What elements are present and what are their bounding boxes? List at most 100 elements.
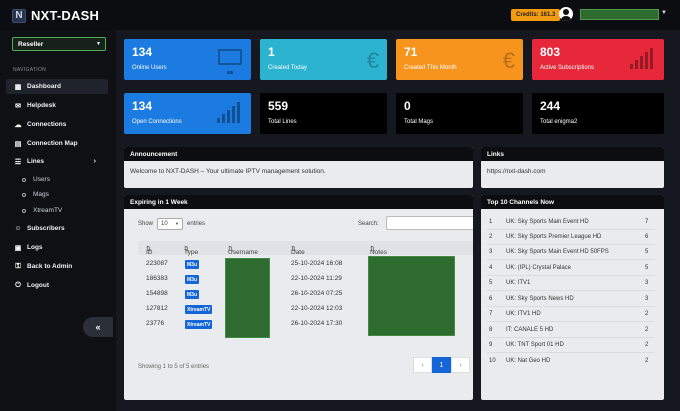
sidebar: Reseller ▼ NAVIGATION ▦ Dashboard ✉ Help… bbox=[0, 30, 116, 411]
sidebar-item-label: Logs bbox=[27, 244, 43, 251]
stat-value: 244 bbox=[540, 99, 561, 113]
role-select[interactable]: Reseller ▼ bbox=[12, 37, 106, 51]
sidebar-subitem-label: Users bbox=[33, 176, 50, 183]
type-badge: XtreamTV bbox=[185, 305, 213, 314]
sidebar-item-label: Dashboard bbox=[27, 83, 61, 90]
sidebar-collapse-button[interactable]: « bbox=[83, 317, 113, 337]
sidebar-item-dashboard[interactable]: ▦ Dashboard bbox=[6, 79, 108, 94]
double-chevron-left-icon: « bbox=[95, 322, 101, 332]
entries-label: entries bbox=[187, 221, 206, 227]
key-icon: ⚿ bbox=[15, 262, 21, 270]
sidebar-item-label: Lines bbox=[27, 158, 44, 165]
sidebar-item-logs[interactable]: ▣ Logs bbox=[6, 240, 108, 255]
sidebar-subitem-users[interactable]: Users bbox=[22, 176, 50, 183]
stat-card-total-lines[interactable]: 559 Total Lines bbox=[260, 93, 387, 134]
search-input[interactable] bbox=[386, 216, 473, 230]
nav-title: NAVIGATION bbox=[13, 67, 47, 73]
circle-icon bbox=[22, 208, 26, 213]
stat-card-created-today[interactable]: 1 Created Today € bbox=[260, 39, 387, 80]
sidebar-item-connection-map[interactable]: ▤ Connection Map bbox=[6, 136, 108, 151]
brand-logo[interactable]: N NXT-DASH bbox=[12, 8, 99, 23]
sidebar-subitem-label: Mags bbox=[33, 191, 49, 198]
col-date[interactable]: Date ⇅ bbox=[291, 245, 305, 256]
table-info: Showing 1 to 5 of 5 entries bbox=[138, 364, 210, 370]
stat-value: 1 bbox=[268, 45, 275, 59]
user-menu-chevron-down-icon[interactable]: ▼ bbox=[661, 10, 667, 16]
stat-card-total-mags[interactable]: 0 Total Mags bbox=[396, 93, 523, 134]
stat-label: Created Today bbox=[268, 65, 307, 71]
sidebar-item-subscribers[interactable]: ☺ Subscribers bbox=[6, 221, 108, 236]
list-item: 3 UK: Sky Sports Main Event HD 50FPS 5 bbox=[487, 245, 655, 260]
row-date: 26-10-2024 17:30 bbox=[291, 320, 343, 327]
type-badge: M3u bbox=[185, 290, 199, 299]
stat-value: 559 bbox=[268, 99, 289, 113]
top-bar: N NXT-DASH Credits: 161.3 ▼ bbox=[0, 0, 680, 30]
row-date: 26-10-2024 07:25 bbox=[291, 290, 343, 297]
chevron-down-icon: ▼ bbox=[96, 41, 101, 47]
username-field[interactable] bbox=[580, 9, 659, 20]
entries-select[interactable]: 10 ▼ bbox=[157, 218, 184, 230]
sidebar-item-label: Logout bbox=[27, 282, 50, 289]
sidebar-item-lines[interactable]: ☰ Lines › bbox=[6, 154, 108, 169]
col-type[interactable]: Type ⇅ bbox=[184, 245, 198, 256]
panel-title: Top 10 Channels Now bbox=[481, 195, 664, 209]
stat-card-online-users[interactable]: 134 Online Users bbox=[124, 39, 251, 80]
list-item: 4 UK: (IPL) Crystal Palace 5 bbox=[487, 261, 655, 276]
sidebar-item-helpdesk[interactable]: ✉ Helpdesk bbox=[6, 98, 108, 113]
sidebar-item-label: Back to Admin bbox=[27, 263, 73, 270]
list-icon: ☰ bbox=[14, 158, 22, 166]
signal-bars-icon bbox=[630, 48, 656, 69]
list-item: 8 IT: CANALE 5 HD 2 bbox=[487, 323, 655, 338]
type-badge: M3u bbox=[185, 260, 199, 269]
entries-control: Show 10 ▼ entries bbox=[138, 218, 205, 230]
stat-card-open-connections[interactable]: 134 Open Connections bbox=[124, 93, 251, 134]
sidebar-item-back-to-admin[interactable]: ⚿ Back to Admin bbox=[6, 259, 108, 274]
announcement-text: Welcome to NXT-DASH – Your ultimate IPTV… bbox=[130, 168, 326, 175]
row-id: 186383 bbox=[146, 275, 168, 282]
chat-icon: ✉ bbox=[15, 102, 21, 110]
chevron-right-icon: › bbox=[93, 158, 96, 165]
sidebar-item-logout[interactable]: ⏻ Logout bbox=[6, 278, 108, 293]
stat-card-active-subscriptions[interactable]: 803 Active Subscriptions bbox=[532, 39, 664, 80]
stat-value: 0 bbox=[404, 99, 411, 113]
col-notes[interactable]: Notes ⇅ bbox=[370, 245, 387, 256]
stat-value: 71 bbox=[404, 45, 418, 59]
sidebar-item-label: Connections bbox=[27, 121, 67, 128]
row-date: 22-10-2024 12:03 bbox=[291, 305, 343, 312]
pagination-page-button[interactable]: 1 bbox=[432, 357, 451, 373]
links-panel: Links https://nxt-dash.com bbox=[481, 147, 664, 188]
sidebar-item-label: Connection Map bbox=[27, 140, 78, 147]
circle-icon bbox=[22, 192, 26, 197]
col-id[interactable]: ID ⇅ bbox=[146, 245, 153, 256]
list-item: 9 UK: TNT Sport 01 HD 2 bbox=[487, 338, 655, 353]
type-badge: M3u bbox=[185, 275, 199, 284]
stat-card-created-this-month[interactable]: 71 Created This Month € bbox=[396, 39, 523, 80]
map-icon: ▤ bbox=[14, 140, 22, 148]
row-id: 154898 bbox=[146, 290, 168, 297]
pagination-next-button[interactable]: › bbox=[451, 357, 470, 373]
stat-card-total-enigma2[interactable]: 244 Total enigma2 bbox=[532, 93, 664, 134]
expiring-panel: Expiring in 1 Week Show 10 ▼ entries Sear… bbox=[124, 195, 473, 400]
row-id: 23776 bbox=[146, 320, 165, 327]
list-item: 5 UK: ITV1 3 bbox=[487, 276, 655, 291]
pagination-prev-button[interactable]: ‹ bbox=[413, 357, 432, 373]
main-content: 134 Online Users 1 Created Today € 71 Cr… bbox=[116, 30, 680, 411]
connections-icon: ☁ bbox=[14, 121, 22, 129]
sidebar-item-label: Helpdesk bbox=[27, 102, 56, 109]
logs-icon: ▣ bbox=[14, 244, 22, 252]
entries-value: 10 bbox=[161, 221, 168, 227]
sidebar-subitem-xtreamtv[interactable]: XtreamTV bbox=[22, 207, 62, 214]
signal-bars-icon bbox=[217, 102, 243, 123]
row-date: 25-10-2024 16:08 bbox=[291, 260, 343, 267]
list-item: 6 UK: Sky Sports News HD 3 bbox=[487, 292, 655, 307]
stat-label: Total Lines bbox=[268, 119, 297, 125]
users-icon: ☺ bbox=[14, 225, 22, 232]
dashboard-icon: ▦ bbox=[14, 83, 22, 91]
links-url[interactable]: https://nxt-dash.com bbox=[481, 161, 664, 182]
stat-label: Total enigma2 bbox=[540, 119, 578, 125]
sidebar-subitem-mags[interactable]: Mags bbox=[22, 191, 49, 198]
col-username[interactable]: Username ⇅ bbox=[228, 245, 258, 256]
user-avatar-icon[interactable] bbox=[559, 7, 573, 21]
sidebar-item-connections[interactable]: ☁ Connections bbox=[6, 117, 108, 132]
power-icon: ⏻ bbox=[15, 281, 21, 289]
